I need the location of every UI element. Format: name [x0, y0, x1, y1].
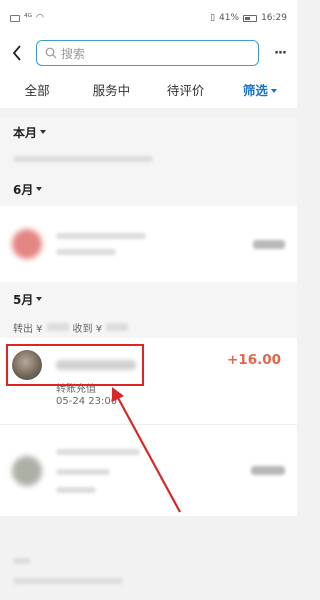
blurred-date [56, 486, 96, 493]
month-label-june: 6月 [13, 182, 34, 197]
redacted-value [106, 323, 129, 331]
avatar [12, 455, 42, 486]
search-placeholder: 搜索 [61, 46, 86, 61]
sim-icon [10, 14, 20, 22]
tab-filter-label: 筛选 [242, 82, 268, 98]
status-bar: ⁴ᴳ ◠ ▯ 41% 16:29 [0, 0, 297, 36]
status-left: ⁴ᴳ ◠ [10, 13, 44, 23]
transaction-amount: +16.00 [226, 352, 281, 368]
month-header-may[interactable]: 5月 [0, 282, 297, 316]
total-in-label: 收到 ¥ [72, 323, 103, 335]
blurred-amount [251, 466, 285, 475]
more-icon[interactable]: ··· [271, 46, 289, 61]
current-month-summary [0, 146, 297, 172]
blurred-title [56, 448, 140, 455]
blurred-summary [13, 156, 153, 162]
month-header-current[interactable]: 本月 [0, 118, 297, 146]
signal-icon: ⁴ᴳ [24, 13, 32, 23]
may-totals: 转出 ¥ 收到 ¥ [0, 316, 297, 338]
blurred-subtitle [56, 249, 116, 255]
redacted-value [46, 323, 69, 331]
blurred-subtitle [56, 468, 110, 475]
tab-in-service[interactable]: 服务中 [74, 80, 148, 99]
transaction-item[interactable]: +16.00 转账充值 05-24 23:00 [0, 338, 297, 424]
month-header-june[interactable]: 6月 [0, 172, 297, 206]
transaction-date: 05-24 23:00 [56, 396, 118, 407]
total-out-label: 转出 ¥ [13, 323, 43, 335]
month-label-may: 5月 [13, 292, 34, 307]
blurred-amount [253, 239, 285, 249]
blurred-title [56, 233, 146, 239]
battery-percent: 41% [219, 13, 240, 23]
tab-to-review[interactable]: 待评价 [149, 80, 223, 99]
back-icon[interactable] [8, 41, 26, 65]
vibrate-icon: ▯ [210, 13, 216, 23]
tab-filter[interactable]: 筛选 [223, 80, 297, 99]
filter-dropdown-icon [270, 89, 277, 93]
status-right: ▯ 41% 16:29 [210, 13, 287, 23]
wifi-icon: ◠ [36, 13, 44, 23]
blurred-month [13, 558, 31, 564]
battery-icon [243, 14, 258, 22]
list-item[interactable] [0, 424, 297, 516]
month-label-current: 本月 [13, 125, 38, 140]
chevron-down-icon [36, 297, 43, 301]
highlight-box [6, 344, 144, 386]
chevron-down-icon [40, 130, 47, 134]
tab-all[interactable]: 全部 [0, 80, 74, 99]
chevron-down-icon [36, 187, 43, 191]
bottom-section [0, 542, 297, 600]
blurred-summary [13, 578, 123, 584]
search-icon [45, 47, 57, 59]
divider [0, 108, 297, 118]
search-input[interactable]: 搜索 [36, 40, 259, 66]
avatar [12, 229, 42, 259]
status-time: 16:29 [261, 13, 287, 23]
list-item[interactable] [0, 206, 297, 282]
filter-tabs: 全部 服务中 待评价 筛选 [0, 70, 297, 108]
search-row: 搜索 ··· [0, 36, 297, 70]
